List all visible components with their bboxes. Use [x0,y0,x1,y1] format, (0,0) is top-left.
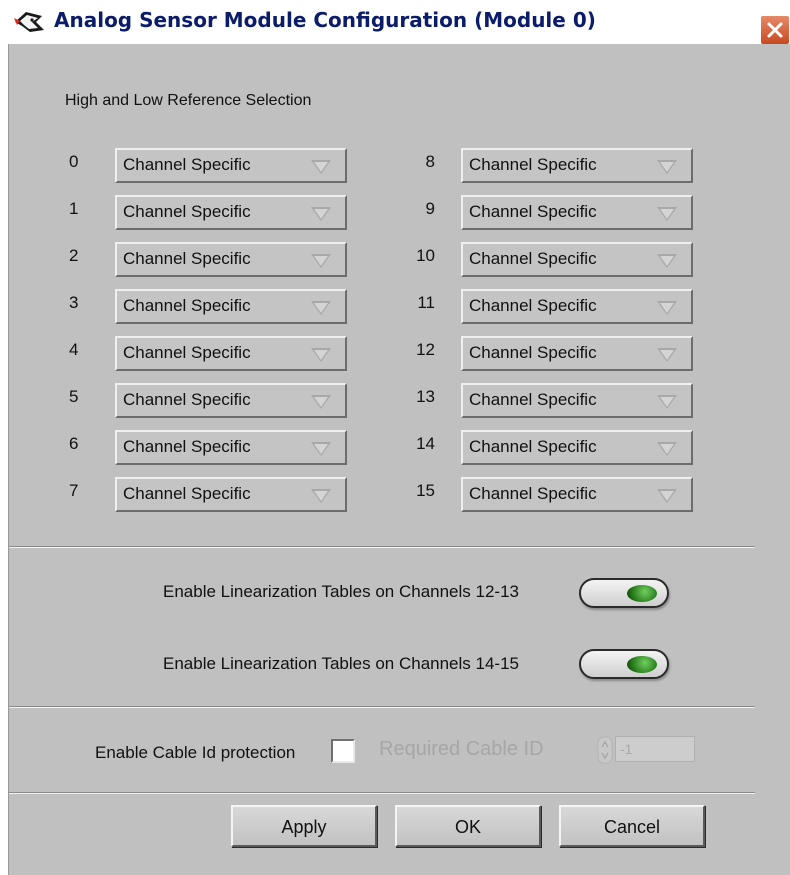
channel-label-6: 6 [69,434,79,453]
reference-select-channel-15[interactable]: Channel Specific [461,477,693,512]
dropdown-arrow-icon [311,301,331,315]
reference-select-channel-14[interactable]: Channel Specific [461,430,693,465]
dropdown-arrow-icon [311,207,331,221]
dropdown-arrow-icon [311,489,331,503]
dropdown-arrow-icon [657,207,677,221]
select-value: Channel Specific [123,296,251,315]
reference-select-channel-13[interactable]: Channel Specific [461,383,693,418]
dropdown-arrow-icon [311,395,331,409]
channel-label-11: 11 [417,293,435,312]
channel-label-5: 5 [69,387,79,406]
required-cable-id-value: -1 [620,741,633,757]
reference-select-channel-5[interactable]: Channel Specific [115,383,347,418]
cable-protection-label: Enable Cable Id protection [95,743,296,762]
reference-select-channel-11[interactable]: Channel Specific [461,289,693,324]
led-indicator-icon [627,656,657,673]
required-cable-id-label: Required Cable ID [379,738,544,760]
linearization-14-15-toggle[interactable] [579,649,669,679]
select-value: Channel Specific [469,437,597,456]
led-indicator-icon [627,585,657,602]
apply-button-label: Apply [281,817,327,837]
select-value: Channel Specific [123,202,251,221]
select-value: Channel Specific [469,249,597,268]
required-cable-id-input[interactable]: -1 [615,736,695,762]
channel-label-2: 2 [69,246,79,265]
title-bar: Analog Sensor Module Configuration (Modu… [0,0,790,45]
dialog-window: Analog Sensor Module Configuration (Modu… [0,0,790,875]
select-value: Channel Specific [469,390,597,409]
reference-select-channel-4[interactable]: Channel Specific [115,336,347,371]
required-cable-id-spinner[interactable] [597,736,613,764]
select-value: Channel Specific [469,484,597,503]
select-value: Channel Specific [469,296,597,315]
reference-select-channel-3[interactable]: Channel Specific [115,289,347,324]
select-value: Channel Specific [123,249,251,268]
divider [9,792,755,794]
app-icon [14,12,44,32]
channel-label-10: 10 [416,246,435,265]
dropdown-arrow-icon [657,489,677,503]
divider [9,706,755,708]
close-icon [767,22,783,38]
select-value: Channel Specific [123,437,251,456]
dropdown-arrow-icon [311,442,331,456]
select-value: Channel Specific [469,155,597,174]
select-value: Channel Specific [469,343,597,362]
channel-label-7: 7 [69,481,79,500]
channel-label-12: 12 [416,340,435,359]
dropdown-arrow-icon [311,348,331,362]
reference-select-channel-12[interactable]: Channel Specific [461,336,693,371]
dropdown-arrow-icon [657,254,677,268]
ok-button-label: OK [454,817,481,837]
channel-label-13: 13 [416,387,435,406]
channel-label-14: 14 [416,434,435,453]
cancel-button-label: Cancel [603,817,661,837]
channel-label-9: 9 [425,199,435,218]
channel-label-0: 0 [69,152,79,171]
channel-label-8: 8 [425,152,435,171]
reference-select-channel-10[interactable]: Channel Specific [461,242,693,277]
select-value: Channel Specific [123,390,251,409]
divider [9,546,755,548]
reference-select-channel-0[interactable]: Channel Specific [115,148,347,183]
linearization-12-13-toggle[interactable] [579,578,669,608]
linearization-14-15-label: Enable Linearization Tables on Channels … [163,654,519,673]
reference-select-channel-8[interactable]: Channel Specific [461,148,693,183]
reference-section-label: High and Low Reference Selection [65,92,312,109]
reference-select-channel-9[interactable]: Channel Specific [461,195,693,230]
channel-label-1: 1 [69,199,79,218]
dropdown-arrow-icon [657,160,677,174]
channel-label-4: 4 [69,340,79,359]
cable-protection-checkbox[interactable] [331,739,355,763]
dialog-body: High and Low Reference Selection 0 Chann… [8,44,790,875]
dropdown-arrow-icon [311,160,331,174]
window-title: Analog Sensor Module Configuration (Modu… [54,8,596,32]
reference-select-channel-2[interactable]: Channel Specific [115,242,347,277]
dropdown-arrow-icon [311,254,331,268]
select-value: Channel Specific [469,202,597,221]
ok-button[interactable]: OK [395,805,541,847]
apply-button[interactable]: Apply [231,805,377,847]
linearization-12-13-label: Enable Linearization Tables on Channels … [163,582,519,601]
dropdown-arrow-icon [657,348,677,362]
reference-select-channel-1[interactable]: Channel Specific [115,195,347,230]
reference-select-channel-7[interactable]: Channel Specific [115,477,347,512]
select-value: Channel Specific [123,155,251,174]
cancel-button[interactable]: Cancel [559,805,705,847]
select-value: Channel Specific [123,484,251,503]
close-button[interactable] [760,15,790,45]
dropdown-arrow-icon [657,442,677,456]
dropdown-arrow-icon [657,301,677,315]
select-value: Channel Specific [123,343,251,362]
reference-select-channel-6[interactable]: Channel Specific [115,430,347,465]
channel-label-3: 3 [69,293,79,312]
dropdown-arrow-icon [657,395,677,409]
channel-label-15: 15 [416,481,435,500]
